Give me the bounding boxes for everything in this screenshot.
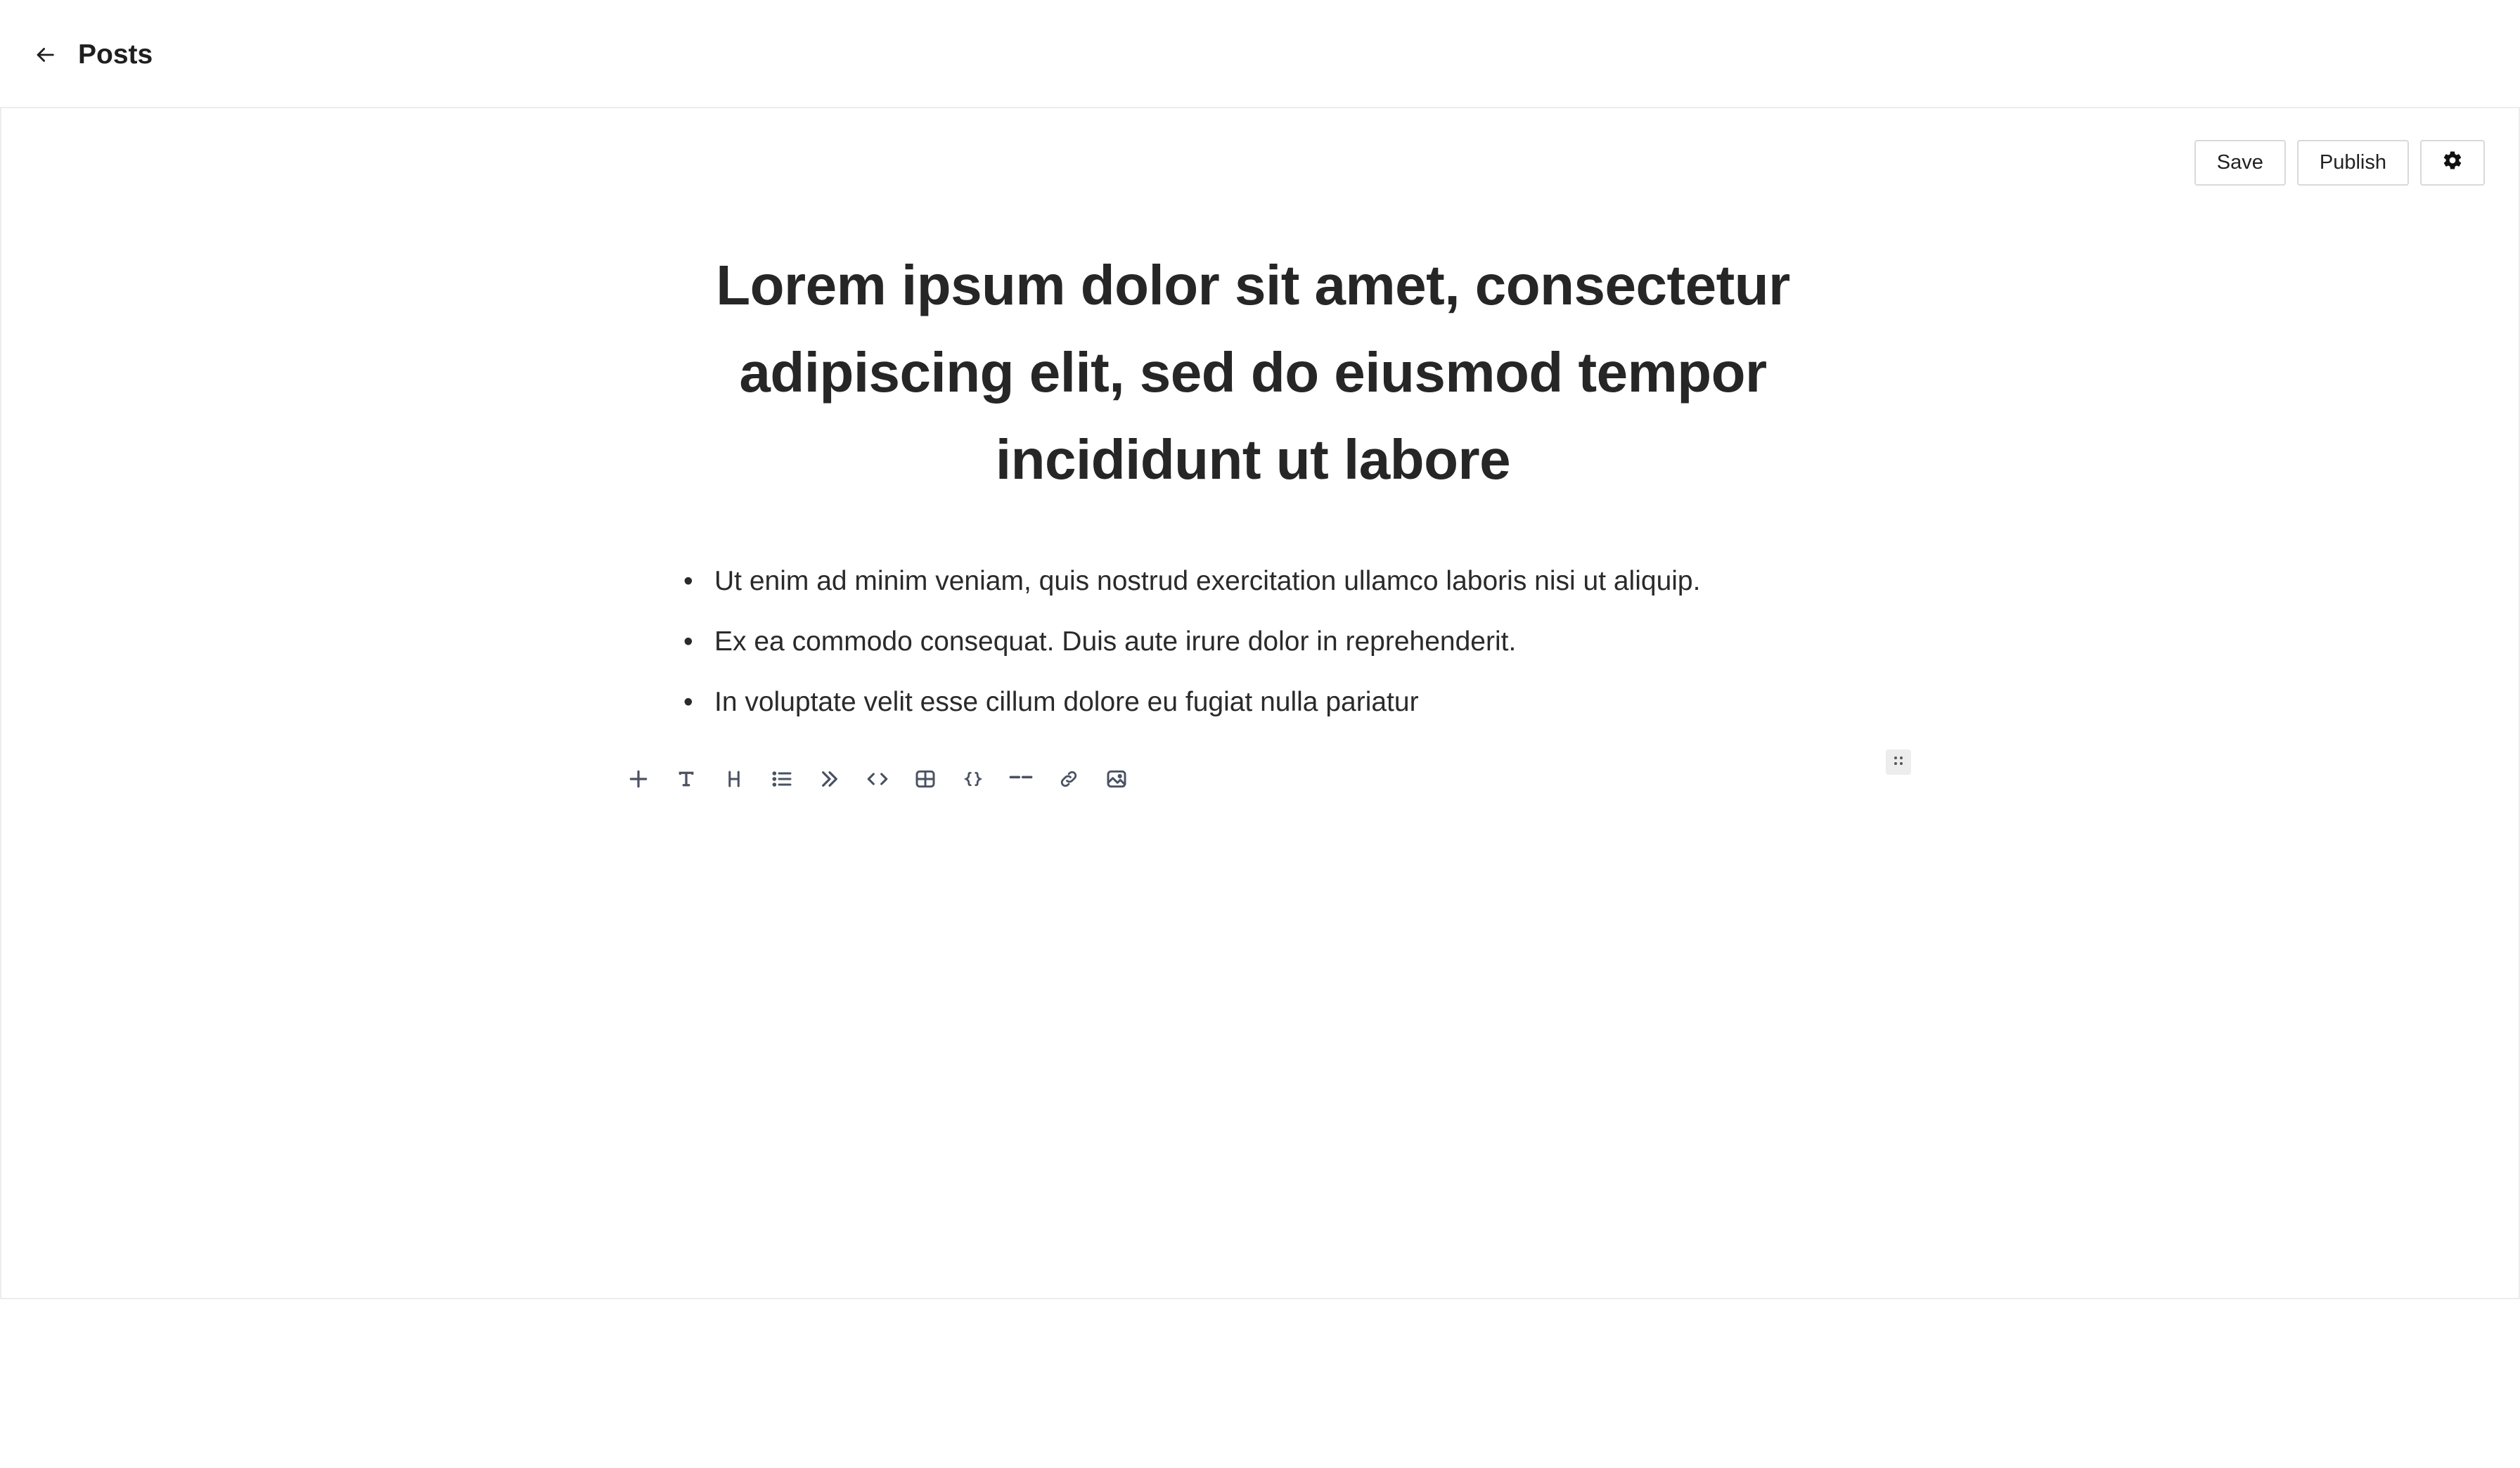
list-item[interactable]: Ex ea commodo consequat. Duis aute irure… <box>683 612 1700 672</box>
action-buttons: Save Publish <box>2194 140 2485 186</box>
code-block-icon <box>963 768 984 790</box>
block-toolbar <box>615 759 1140 799</box>
publish-button[interactable]: Publish <box>2296 140 2409 186</box>
arrow-left-icon <box>33 43 57 70</box>
quote-button[interactable] <box>806 759 854 799</box>
quote-icon <box>818 768 841 790</box>
heading-icon <box>724 768 745 790</box>
bullet-list[interactable]: Ut enim ad minim veniam, quis nostrud ex… <box>683 551 1700 733</box>
divider-icon <box>1008 768 1034 790</box>
image-button[interactable] <box>1093 759 1140 799</box>
paragraph-button[interactable] <box>662 759 710 799</box>
heading-button[interactable] <box>710 759 758 799</box>
list-button[interactable] <box>758 759 806 799</box>
link-button[interactable] <box>1045 759 1093 799</box>
back-button[interactable] <box>27 38 63 75</box>
text-icon <box>676 768 697 790</box>
table-button[interactable] <box>901 759 949 799</box>
post-title[interactable]: Lorem ipsum dolor sit amet, consectetur … <box>620 242 1886 503</box>
code-button[interactable] <box>854 759 901 799</box>
divider-button[interactable] <box>997 759 1045 799</box>
drag-handle[interactable] <box>1886 749 1911 775</box>
plus-icon <box>627 768 650 790</box>
top-bar: Posts <box>0 0 2520 107</box>
add-block-button[interactable] <box>615 759 662 799</box>
page-title: Posts <box>78 39 153 70</box>
image-icon <box>1105 768 1129 790</box>
settings-button[interactable] <box>2420 140 2485 186</box>
list-item[interactable]: In voluptate velit esse cillum dolore eu… <box>683 672 1700 733</box>
link-icon <box>1058 768 1079 790</box>
list-icon <box>771 768 793 790</box>
code-block-button[interactable] <box>949 759 997 799</box>
editor-frame: Save Publish Lorem ipsum dolor sit amet,… <box>0 107 2520 1299</box>
table-icon <box>914 768 937 790</box>
grip-icon <box>1892 754 1905 771</box>
save-button[interactable]: Save <box>2194 140 2286 186</box>
list-item[interactable]: Ut enim ad minim veniam, quis nostrud ex… <box>683 551 1700 612</box>
code-icon <box>866 767 889 791</box>
gear-icon <box>2442 150 2463 176</box>
